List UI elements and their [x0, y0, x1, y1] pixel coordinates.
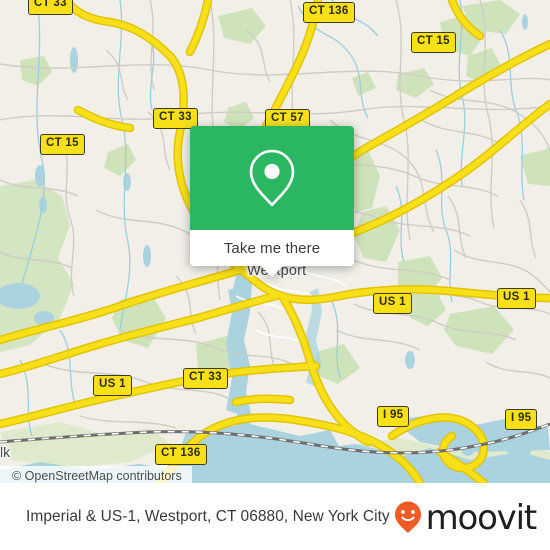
callout-action-label: Take me there	[223, 239, 321, 257]
road-shield-us-1-lower-left: US 1	[93, 375, 132, 396]
road-shield-us-1-mid: US 1	[373, 293, 412, 314]
callout-header	[190, 126, 354, 230]
moovit-logo[interactable]: moovit	[393, 497, 538, 538]
address-label: Imperial & US-1, Westport, CT 06880, New…	[26, 507, 390, 525]
road-shield-ct-15-left: CT 15	[40, 134, 85, 155]
moovit-wordmark: moovit	[425, 497, 538, 538]
map-attribution[interactable]: © OpenStreetMap contributors	[0, 466, 192, 483]
road-shield-i-95-mid: I 95	[377, 406, 410, 427]
road-shield-i-95-right: I 95	[505, 409, 538, 430]
callout-action-button[interactable]: Take me there	[190, 230, 354, 266]
road-shield-ct-33-lower: CT 33	[183, 368, 228, 389]
road-shield-ct-136-top: CT 136	[303, 2, 355, 23]
bottom-info-bar: Imperial & US-1, Westport, CT 06880, New…	[0, 483, 550, 550]
callout-pointer-tail	[261, 266, 283, 277]
map-callout-card[interactable]: Take me there	[190, 126, 354, 277]
road-shield-ct-136-bottom: CT 136	[155, 444, 207, 465]
map-canvas[interactable]: Westport lk CT 33 CT 136 CT 15 CT 33 CT …	[0, 0, 550, 483]
moovit-pin-icon	[394, 501, 421, 533]
road-shield-ct-33-top-left: CT 33	[28, 0, 73, 15]
road-shield-us-1-right: US 1	[497, 288, 536, 309]
screenshot-root: Westport lk CT 33 CT 136 CT 15 CT 33 CT …	[0, 0, 550, 550]
location-pin-icon	[249, 149, 295, 207]
road-shield-ct-15-top-right: CT 15	[411, 32, 456, 53]
